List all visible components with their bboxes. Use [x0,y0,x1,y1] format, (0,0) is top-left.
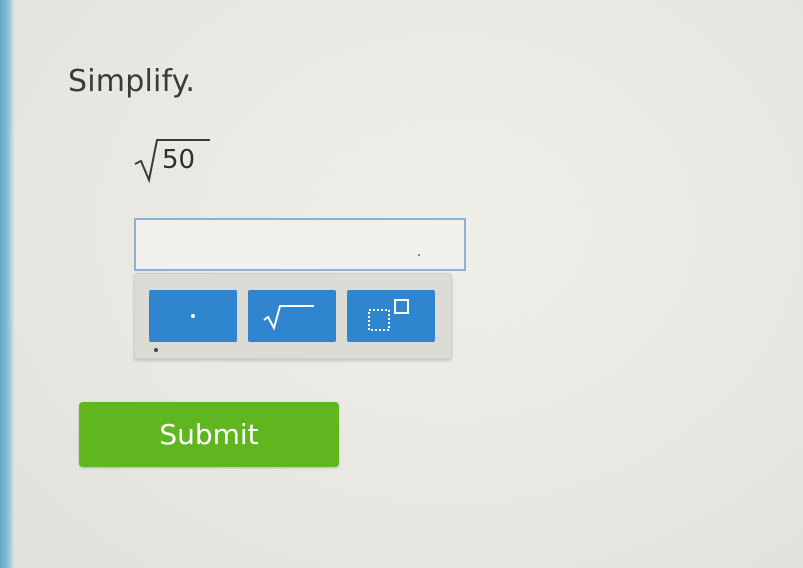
screen-edge [0,0,14,568]
exponent-button[interactable] [347,290,435,342]
decimal-point-button[interactable] [149,290,237,342]
radical-expression: 50 [132,134,222,186]
answer-input[interactable] [134,218,466,271]
radicand: 50 [162,145,196,175]
math-keypad [134,273,452,359]
question-prompt: Simplify. [68,64,196,99]
square-root-button[interactable] [248,290,336,342]
input-cursor [418,254,420,256]
sqrt-icon [263,305,314,331]
submit-button[interactable]: Submit [79,402,339,467]
keypad-indicator-dot [154,348,158,352]
exponent-box-icon [368,299,409,331]
dot-icon [191,314,195,318]
